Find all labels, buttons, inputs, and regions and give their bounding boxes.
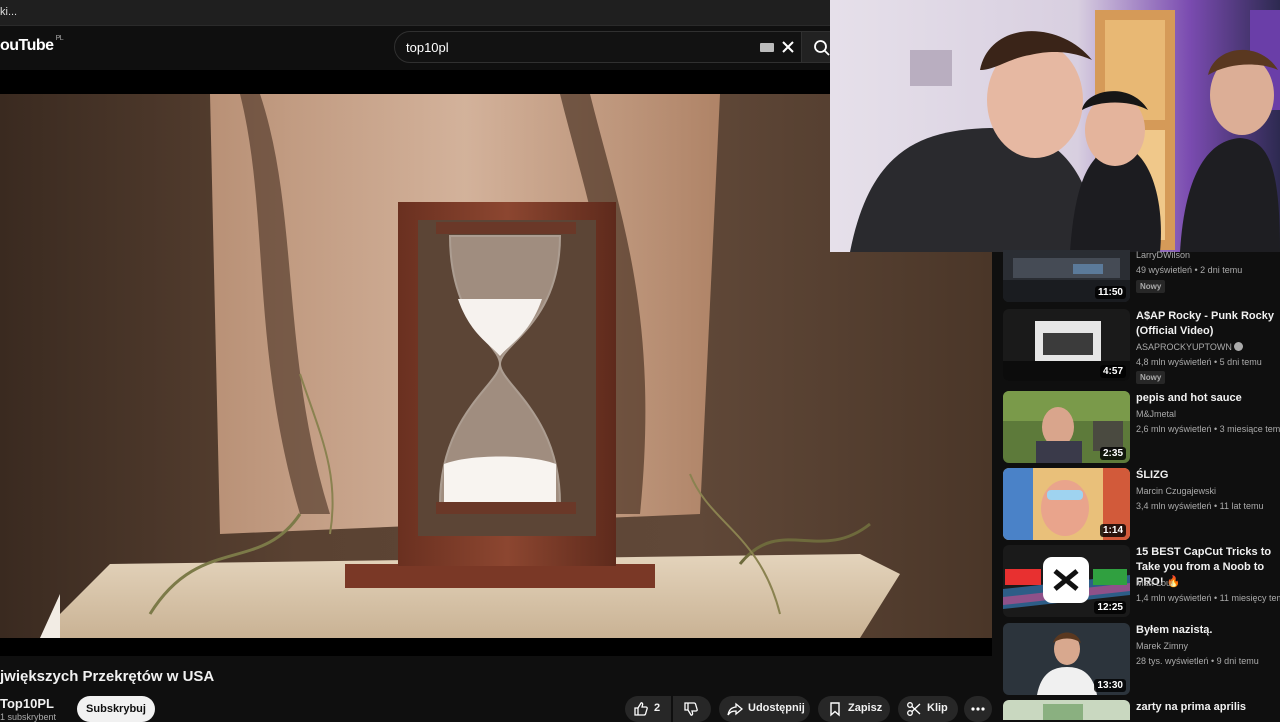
video-thumbnail[interactable]: 2:35: [1003, 391, 1130, 463]
related-meta: 2,6 mln wyświetleń • 3 miesiące temu: [1136, 424, 1280, 434]
share-label: Udostępnij: [748, 702, 805, 714]
video-title: jwiększych Przekrętów w USA: [0, 668, 215, 685]
more-actions-button[interactable]: [964, 696, 992, 722]
related-video-3[interactable]: 2:35 pepis and hot sauce M&Jmetal 2,6 ml…: [1003, 391, 1280, 463]
related-channel[interactable]: Marek Zimny: [1136, 641, 1188, 651]
close-icon[interactable]: [779, 38, 797, 56]
related-channel[interactable]: LarryDWilson: [1136, 250, 1190, 260]
new-badge: Nowy: [1136, 280, 1166, 293]
video-duration: 2:35: [1099, 447, 1126, 460]
video-thumbnail[interactable]: 13:30: [1003, 623, 1130, 695]
related-meta: 28 tys. wyświetleń • 9 dni temu: [1136, 656, 1259, 666]
video-duration: 12:25: [1094, 601, 1126, 614]
subscriber-count: 1 subskrybent: [0, 712, 57, 722]
search-box[interactable]: top10pl: [394, 31, 802, 63]
thumb-up-icon: [634, 702, 648, 716]
related-meta: 4,8 mln wyświetleń • 5 dni temu: [1136, 357, 1262, 367]
related-video-5[interactable]: 12:25 15 BEST CapCut Tricks to Take you …: [1003, 545, 1280, 617]
channel-name[interactable]: Top10PL: [0, 696, 54, 711]
related-meta: 3,4 mln wyświetleń • 11 lat temu: [1136, 501, 1264, 511]
related-title[interactable]: zarty na prima aprilis: [1136, 700, 1280, 715]
like-count: 2: [654, 702, 661, 714]
video-duration: 4:57: [1099, 365, 1126, 378]
save-label: Zapisz: [848, 702, 883, 714]
video-duration: 13:30: [1094, 679, 1126, 692]
video-duration: 11:50: [1094, 286, 1126, 299]
dislike-button[interactable]: [673, 696, 711, 722]
keyboard-icon[interactable]: [760, 43, 774, 52]
logo-region: PL: [55, 35, 64, 42]
search-icon: [814, 40, 830, 56]
related-title[interactable]: A$AP Rocky - Punk Rocky (Official Video): [1136, 309, 1280, 339]
video-duration: 1:14: [1099, 524, 1126, 537]
related-video-2[interactable]: 4:57 A$AP Rocky - Punk Rocky (Official V…: [1003, 309, 1280, 384]
webcam-image: [830, 0, 1280, 252]
share-icon: [727, 702, 743, 716]
save-button[interactable]: Zapisz: [818, 696, 890, 722]
video-thumbnail[interactable]: 12:25: [1003, 545, 1130, 617]
related-meta: 1,4 mln wyświetleń • 11 miesięcy temu: [1136, 593, 1280, 603]
share-button[interactable]: Udostępnij: [719, 696, 810, 722]
more-icon: [971, 707, 985, 711]
like-button[interactable]: 2: [625, 696, 671, 722]
related-video-4[interactable]: 1:14 ŚLIZG Marcin Czugajewski 3,4 mln wy…: [1003, 468, 1280, 540]
related-title[interactable]: Byłem nazistą.: [1136, 623, 1280, 638]
related-title[interactable]: pepis and hot sauce: [1136, 391, 1280, 406]
player-bottom-bar: [0, 638, 992, 656]
thumb-down-icon: [684, 702, 698, 716]
related-meta: 49 wyświetleń • 2 dni temu: [1136, 265, 1243, 275]
browser-tab-title[interactable]: ki...: [0, 6, 17, 18]
related-video-6[interactable]: 13:30 Byłem nazistą. Marek Zimny 28 tys.…: [1003, 623, 1280, 695]
bookmark-icon: [830, 702, 840, 717]
video-thumbnail[interactable]: 4:57: [1003, 309, 1130, 381]
related-video-1[interactable]: 11:50 LarryDWilson 49 wyświetleń • 2 dni…: [1003, 230, 1280, 302]
video-thumbnail[interactable]: 11:50: [1003, 250, 1130, 302]
verified-icon: [1234, 342, 1244, 351]
related-channel[interactable]: ASAPROCKYUPTOWN: [1136, 342, 1244, 352]
video-thumbnail[interactable]: [1003, 700, 1130, 720]
clip-label: Klip: [927, 702, 948, 714]
search-input[interactable]: top10pl: [406, 40, 449, 55]
related-channel-name: ASAPROCKYUPTOWN: [1136, 342, 1232, 352]
related-channel[interactable]: Matt Loui: [1136, 578, 1173, 588]
subscribe-button[interactable]: Subskrybuj: [77, 696, 155, 722]
video-thumbnail[interactable]: 1:14: [1003, 468, 1130, 540]
related-title[interactable]: ŚLIZG: [1136, 468, 1280, 483]
clip-button[interactable]: Klip: [898, 696, 958, 722]
logo-text: ouTube: [0, 37, 54, 54]
webcam-overlay: [830, 0, 1280, 252]
youtube-logo[interactable]: ouTube PL: [0, 35, 64, 55]
related-channel[interactable]: M&Jmetal: [1136, 409, 1176, 419]
scissors-icon: [907, 702, 921, 716]
thumbnail-image: [1003, 700, 1130, 720]
related-video-7[interactable]: zarty na prima aprilis: [1003, 700, 1280, 720]
new-badge: Nowy: [1136, 371, 1166, 384]
related-channel[interactable]: Marcin Czugajewski: [1136, 486, 1216, 496]
